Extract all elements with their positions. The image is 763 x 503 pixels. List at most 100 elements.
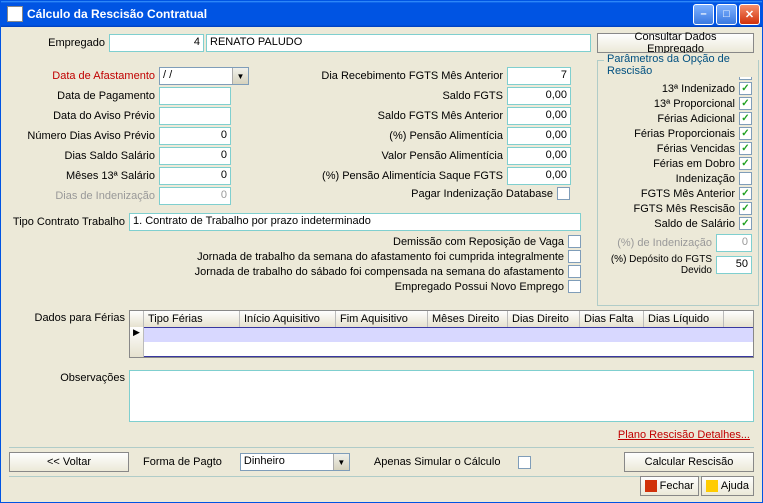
novo-emprego-checkbox[interactable]	[568, 280, 581, 293]
pct-indeniz-label: (%) de Indenização	[604, 237, 716, 249]
dias-indeniz-input: 0	[159, 187, 231, 205]
param-label: Férias Proporcionais	[604, 128, 739, 140]
pagar-indeniz-label: Pagar Indenização Database	[257, 188, 557, 200]
grid-column-header[interactable]: Tipo Férias	[144, 311, 240, 327]
grid-column-header[interactable]: Dias Líquido	[644, 311, 724, 327]
param-label: 13ª Proporcional	[604, 98, 739, 110]
param-checkbox[interactable]	[739, 202, 752, 215]
pagar-indeniz-checkbox[interactable]	[557, 187, 570, 200]
param-label: FGTS Mês Rescisão	[604, 203, 739, 215]
consultar-dados-button[interactable]: Consultar Dados Empregado	[597, 33, 754, 53]
dados-ferias-label: Dados para Férias	[9, 310, 129, 358]
plano-rescisao-link[interactable]: Plano Rescisão Detalhes...	[618, 429, 750, 441]
dias-saldo-label: Dias Saldo Salário	[9, 150, 159, 162]
dia-receb-input[interactable]: 7	[507, 67, 571, 85]
fechar-button[interactable]: Fechar	[640, 476, 699, 496]
saldo-fgts-input[interactable]: 0,00	[507, 87, 571, 105]
row-indicator-icon: ▶	[130, 327, 144, 357]
param-label: 13ª Indenizado	[604, 83, 739, 95]
param-checkbox[interactable]	[739, 187, 752, 200]
pensao-saque-label: (%) Pensão Alimentícia Saque FGTS	[257, 170, 507, 182]
parametros-title: Parâmetros da Opção de Rescisão	[604, 53, 758, 77]
param-checkbox[interactable]	[739, 82, 752, 95]
parametros-fieldset: Parâmetros da Opção de Rescisão Aviso Pr…	[597, 60, 759, 306]
help-icon	[706, 480, 718, 492]
saldo-fgts-label: Saldo FGTS	[257, 90, 507, 102]
grid-column-header[interactable]: Dias Direito	[508, 311, 580, 327]
close-icon	[645, 480, 657, 492]
param-label: Saldo de Salário	[604, 218, 739, 230]
minimize-button[interactable]: –	[693, 4, 714, 25]
jornada-sem-label: Jornada de trabalho da semana do afastam…	[9, 251, 568, 263]
grid-column-header[interactable]: Dias Falta	[580, 311, 644, 327]
param-checkbox[interactable]	[739, 172, 752, 185]
dias-saldo-input[interactable]: 0	[159, 147, 231, 165]
param-label: Férias em Dobro	[604, 158, 739, 170]
novo-emprego-label: Empregado Possui Novo Emprego	[9, 281, 568, 293]
valor-pensao-input[interactable]: 0,00	[507, 147, 571, 165]
maximize-button[interactable]: □	[716, 4, 737, 25]
pensao-saque-input[interactable]: 0,00	[507, 167, 571, 185]
demissao-rep-checkbox[interactable]	[568, 235, 581, 248]
ajuda-button[interactable]: Ajuda	[701, 476, 754, 496]
empregado-label: Empregado	[9, 37, 109, 49]
pct-deposito-label: (%) Depósito do FGTS Devido	[604, 254, 716, 276]
simular-label: Apenas Simular o Cálculo	[374, 456, 505, 468]
num-dias-aviso-label: Número Dias Aviso Prévio	[9, 130, 159, 142]
jornada-sab-checkbox[interactable]	[568, 265, 581, 278]
pct-indeniz-input: 0	[716, 234, 752, 252]
num-dias-aviso-input[interactable]: 0	[159, 127, 231, 145]
meses13-label: Mêses 13ª Salário	[9, 170, 159, 182]
dia-receb-label: Dia Recebimento FGTS Mês Anterior	[257, 70, 507, 82]
tipo-contrato-label: Tipo Contrato Trabalho	[9, 216, 129, 228]
param-checkbox[interactable]	[739, 97, 752, 110]
window: Cálculo da Rescisão Contratual – □ ✕ Emp…	[0, 0, 763, 503]
meses13-input[interactable]: 0	[159, 167, 231, 185]
close-button[interactable]: ✕	[739, 4, 760, 25]
grid-column-header[interactable]: Início Aquisitivo	[240, 311, 336, 327]
pct-deposito-input[interactable]: 50	[716, 256, 752, 274]
valor-pensao-label: Valor Pensão Alimentícia	[257, 150, 507, 162]
pensao-pct-input[interactable]: 0,00	[507, 127, 571, 145]
saldo-fgts-ant-input[interactable]: 0,00	[507, 107, 571, 125]
ferias-grid[interactable]: Tipo FériasInício AquisitivoFim Aquisiti…	[129, 310, 754, 358]
demissao-rep-label: Demissão com Reposição de Vaga	[9, 236, 568, 248]
dropdown-icon[interactable]: ▼	[232, 68, 248, 84]
jornada-sab-label: Jornada de trabalho do sábado foi compen…	[9, 266, 568, 278]
forma-pagto-select[interactable]: Dinheiro ▼	[240, 453, 350, 471]
param-checkbox[interactable]	[739, 142, 752, 155]
param-label: FGTS Mês Anterior	[604, 188, 739, 200]
data-afastamento-label: Data de Afastamento	[9, 70, 159, 82]
dropdown-icon[interactable]: ▼	[333, 454, 349, 470]
param-checkbox[interactable]	[739, 127, 752, 140]
window-title: Cálculo da Rescisão Contratual	[27, 7, 693, 21]
simular-checkbox[interactable]	[518, 456, 531, 469]
calcular-button[interactable]: Calcular Rescisão	[624, 452, 754, 472]
param-checkbox[interactable]	[739, 217, 752, 230]
data-aviso-label: Data do Aviso Prévio	[9, 110, 159, 122]
param-checkbox[interactable]	[739, 157, 752, 170]
grid-corner	[130, 311, 144, 327]
grid-column-header[interactable]: Fim Aquisitivo	[336, 311, 428, 327]
observacoes-label: Observações	[9, 370, 129, 422]
param-checkbox[interactable]	[739, 112, 752, 125]
empregado-id-input[interactable]: 4	[109, 34, 204, 52]
param-label: Férias Vencidas	[604, 143, 739, 155]
tipo-contrato-input[interactable]: 1. Contrato de Trabalho por prazo indete…	[129, 213, 581, 231]
saldo-fgts-ant-label: Saldo FGTS Mês Anterior	[257, 110, 507, 122]
app-icon	[7, 6, 23, 22]
param-label: Indenização	[604, 173, 739, 185]
grid-row[interactable]	[144, 327, 753, 357]
data-aviso-input[interactable]	[159, 107, 231, 125]
voltar-button[interactable]: << Voltar	[9, 452, 129, 472]
data-pagamento-label: Data de Pagamento	[9, 90, 159, 102]
grid-column-header[interactable]: Mêses Direito	[428, 311, 508, 327]
empregado-nome-input[interactable]: RENATO PALUDO	[206, 34, 591, 52]
pensao-pct-label: (%) Pensão Alimentícia	[257, 130, 507, 142]
jornada-sem-checkbox[interactable]	[568, 250, 581, 263]
data-afastamento-input[interactable]: / / ▼	[159, 67, 249, 85]
body: Empregado 4 RENATO PALUDO Consultar Dado…	[1, 27, 762, 502]
data-pagamento-input[interactable]	[159, 87, 231, 105]
forma-pagto-label: Forma de Pagto	[143, 456, 226, 468]
observacoes-input[interactable]	[129, 370, 754, 422]
